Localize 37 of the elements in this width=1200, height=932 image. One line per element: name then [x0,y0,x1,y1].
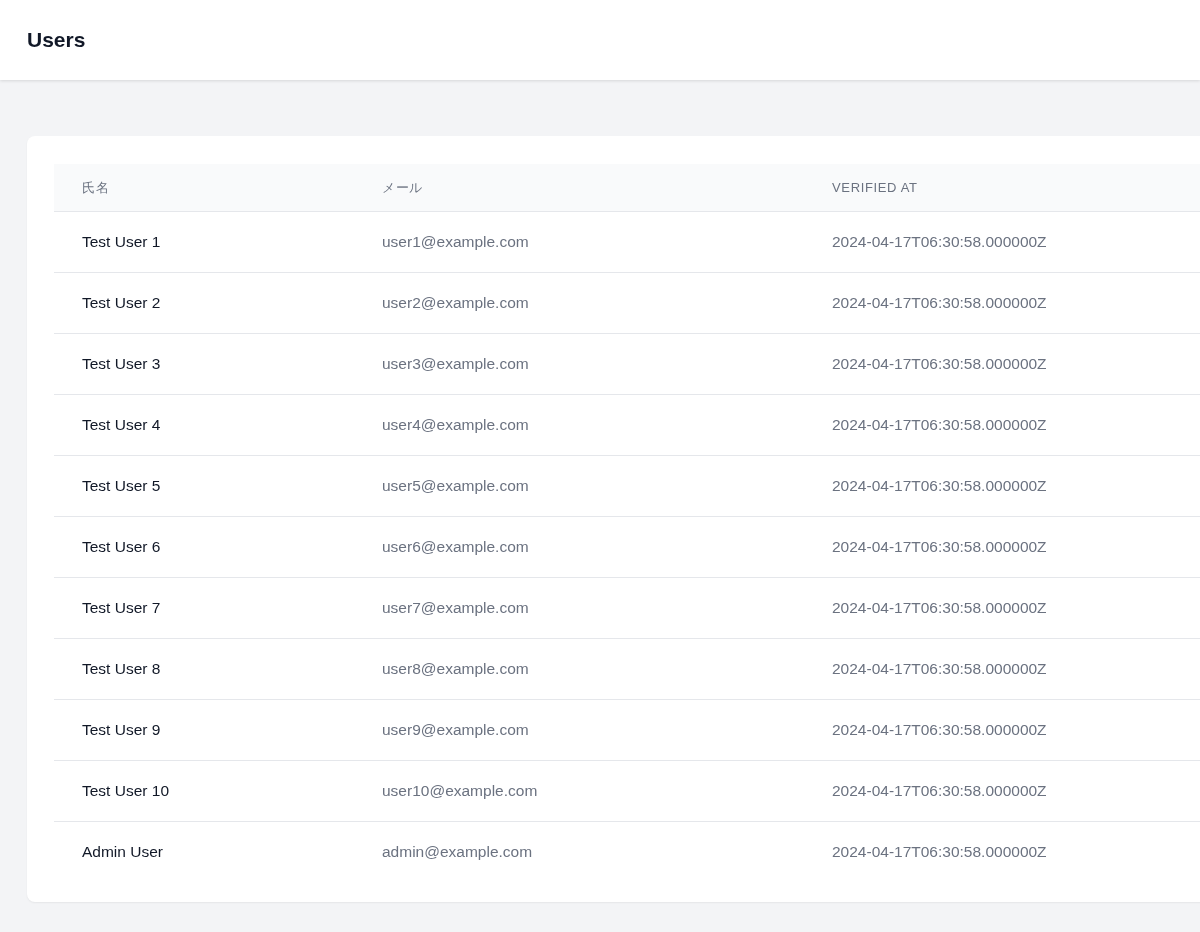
verified-at-cell: 2024-04-17T06:30:58.000000Z [804,455,1200,516]
email-cell: user7@example.com [354,577,804,638]
name-cell: Test User 8 [54,638,354,699]
verified-at-cell: 2024-04-17T06:30:58.000000Z [804,394,1200,455]
name-cell: Test User 4 [54,394,354,455]
email-cell: user4@example.com [354,394,804,455]
email-cell: user1@example.com [354,211,804,272]
verified-at-cell: 2024-04-17T06:30:58.000000Z [804,760,1200,821]
email-cell: user10@example.com [354,760,804,821]
column-header: VERIFIED AT [804,164,1200,211]
verified-at-cell: 2024-04-17T06:30:58.000000Z [804,638,1200,699]
email-cell: user5@example.com [354,455,804,516]
email-cell: user6@example.com [354,516,804,577]
email-cell: user3@example.com [354,333,804,394]
verified-at-cell: 2024-04-17T06:30:58.000000Z [804,211,1200,272]
column-header: 氏名 [54,164,354,211]
verified-at-cell: 2024-04-17T06:30:58.000000Z [804,333,1200,394]
name-cell: Test User 10 [54,760,354,821]
email-cell: user2@example.com [354,272,804,333]
verified-at-cell: 2024-04-17T06:30:58.000000Z [804,272,1200,333]
name-cell: Test User 6 [54,516,354,577]
name-cell: Test User 2 [54,272,354,333]
page-title: Users [27,27,86,53]
name-cell: Test User 5 [54,455,354,516]
name-cell: Test User 9 [54,699,354,760]
name-cell: Test User 7 [54,577,354,638]
name-cell: Test User 1 [54,211,354,272]
column-header: メール [354,164,804,211]
verified-at-cell: 2024-04-17T06:30:58.000000Z [804,577,1200,638]
verified-at-cell: 2024-04-17T06:30:58.000000Z [804,516,1200,577]
verified-at-cell: 2024-04-17T06:30:58.000000Z [804,699,1200,760]
name-cell: Test User 3 [54,333,354,394]
email-cell: user8@example.com [354,638,804,699]
verified-at-cell: 2024-04-17T06:30:58.000000Z [804,821,1200,882]
name-cell: Admin User [54,821,354,882]
email-cell: admin@example.com [354,821,804,882]
email-cell: user9@example.com [354,699,804,760]
